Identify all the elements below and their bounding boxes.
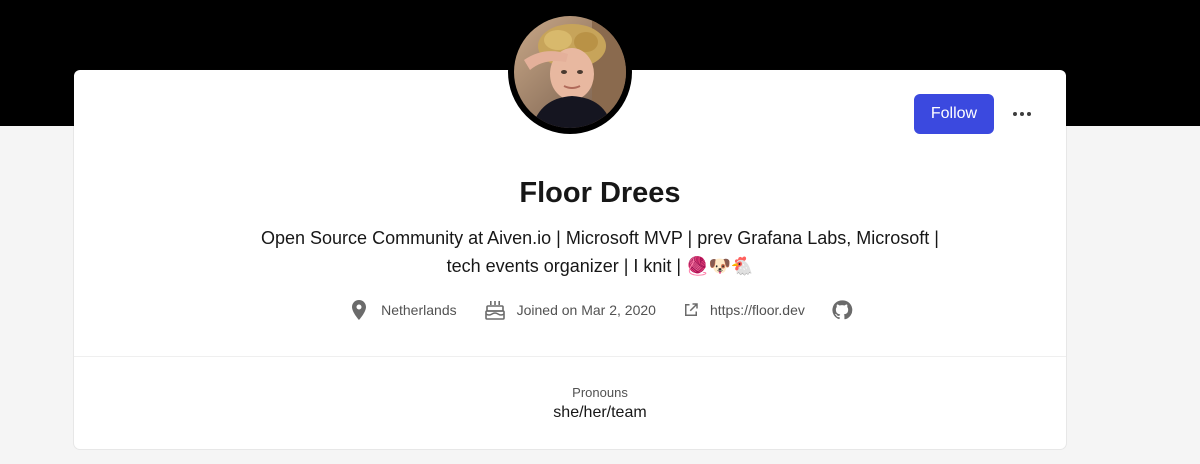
profile-bio: Open Source Community at Aiven.io | Micr…	[200, 224, 1000, 280]
map-pin-icon	[352, 300, 367, 320]
pronouns-value: she/her/team	[553, 404, 647, 421]
avatar[interactable]	[508, 10, 632, 134]
github-icon[interactable]	[831, 299, 853, 321]
follow-button[interactable]: Follow	[914, 94, 994, 134]
pronouns-label: Pronouns	[572, 385, 628, 400]
location-item: Netherlands	[347, 298, 457, 322]
bio-line-2: tech events organizer | I knit | 🧶🐶🐔	[446, 256, 754, 276]
card-divider	[74, 356, 1066, 357]
cake-icon	[484, 301, 505, 320]
more-options-button[interactable]	[1006, 98, 1038, 130]
external-link-icon	[684, 303, 698, 316]
joined-item: Joined on Mar 2, 2020	[483, 298, 656, 322]
bio-line-1: Open Source Community at Aiven.io | Micr…	[261, 228, 939, 248]
website-link[interactable]: https://floor.dev	[710, 302, 805, 318]
github-item[interactable]	[831, 299, 853, 321]
more-horizontal-icon	[1013, 112, 1031, 116]
profile-meta: Netherlands Joined on Mar 2, 2020 https:…	[0, 296, 1200, 324]
location-text: Netherlands	[381, 302, 457, 318]
website-item[interactable]: https://floor.dev	[682, 301, 805, 319]
joined-text: Joined on Mar 2, 2020	[516, 302, 656, 318]
profile-name: Floor Drees	[519, 177, 681, 209]
